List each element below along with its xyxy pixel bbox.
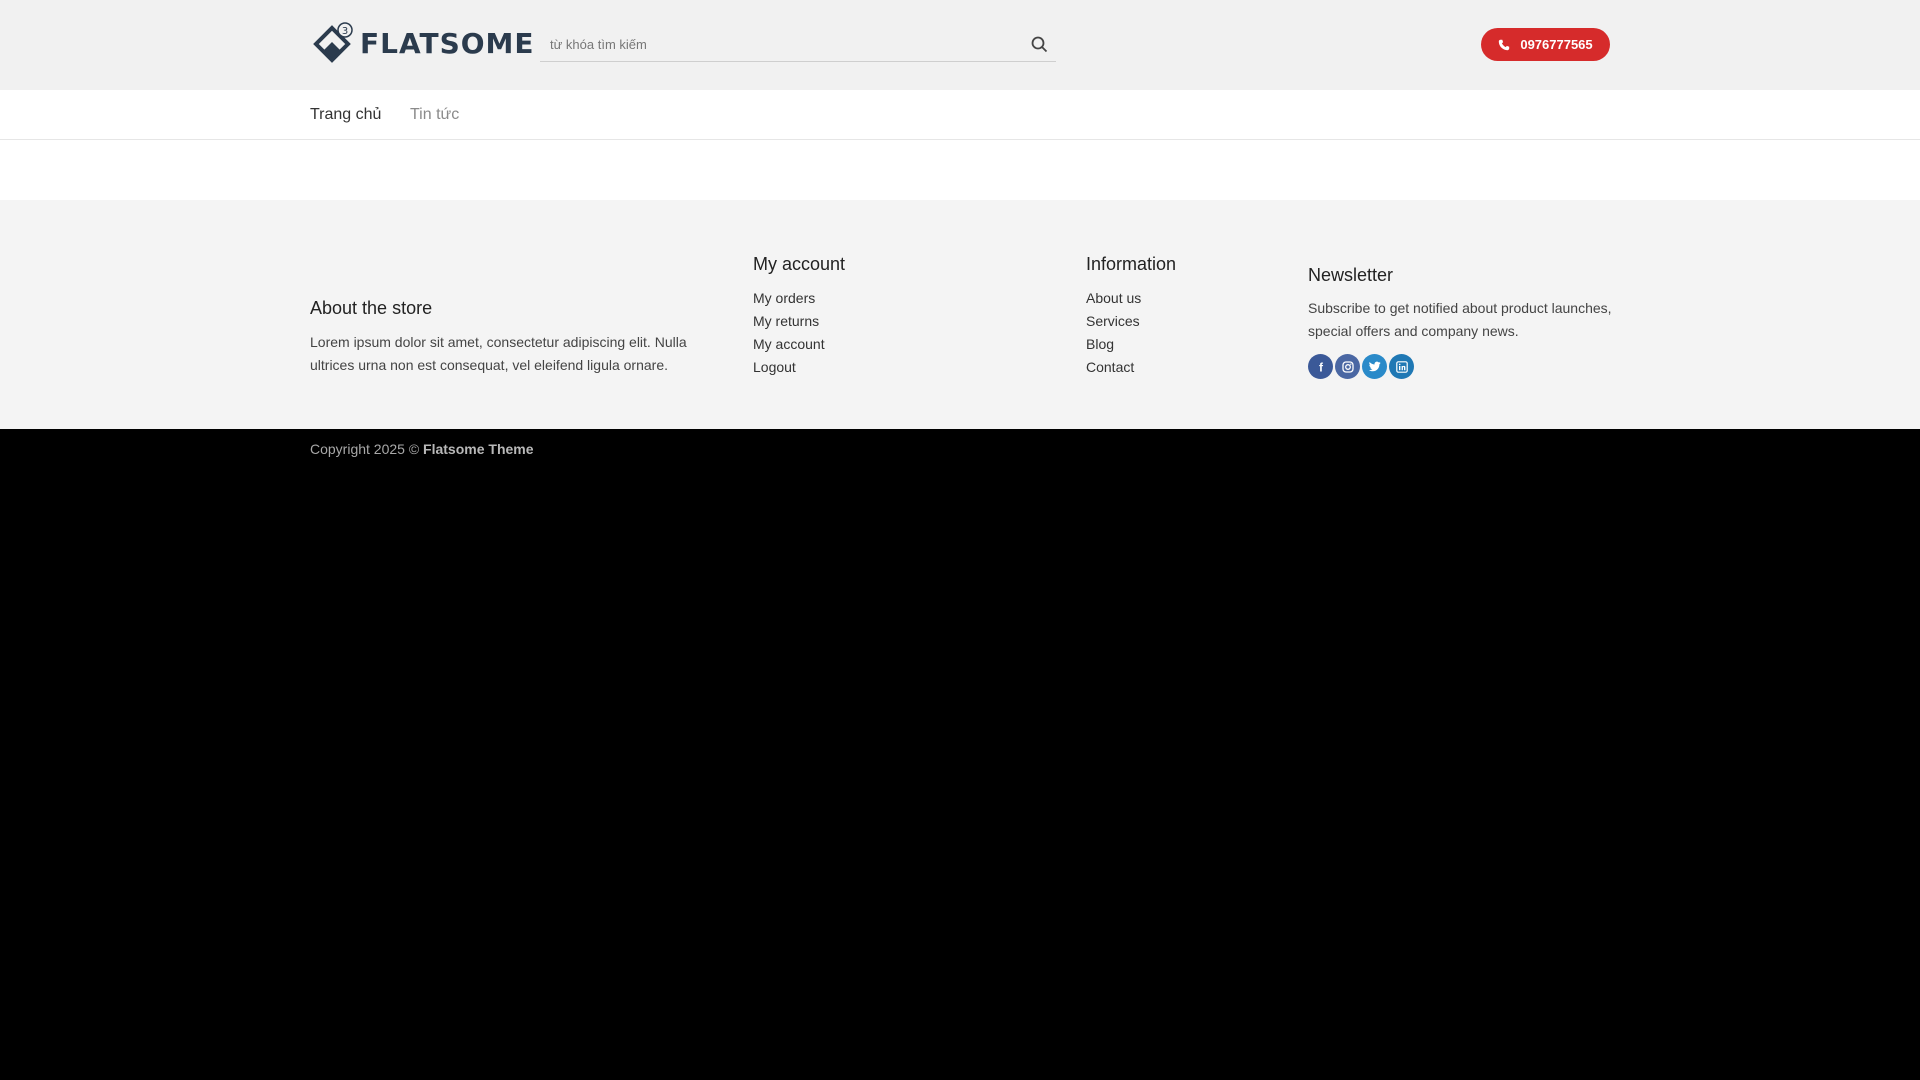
information-title: Information	[1086, 254, 1177, 274]
linkedin-icon[interactable]	[1389, 354, 1414, 379]
link-my-account[interactable]: My account	[753, 333, 845, 356]
phone-icon	[1498, 39, 1510, 51]
footer-account: My account My orders My returns My accou…	[753, 254, 845, 379]
about-text: Lorem ipsum dolor sit amet, consectetur …	[310, 334, 687, 373]
about-title: About the store	[310, 298, 433, 318]
main-nav: Trang chủ Tin tức	[0, 90, 1920, 140]
phone-button[interactable]: 0976777565	[1481, 28, 1610, 61]
instagram-icon[interactable]	[1335, 354, 1360, 379]
newsletter-title: Newsletter	[1308, 265, 1394, 285]
copyright-prefix: Copyright 2025 ©	[310, 441, 420, 457]
link-contact[interactable]: Contact	[1086, 356, 1176, 379]
link-services[interactable]: Services	[1086, 310, 1176, 333]
link-blog[interactable]: Blog	[1086, 333, 1176, 356]
phone-number: 0976777565	[1520, 37, 1593, 52]
search-input[interactable]	[540, 27, 1022, 62]
search-icon	[1031, 36, 1047, 53]
link-about-us[interactable]: About us	[1086, 287, 1176, 310]
footer: About the store Lorem ipsum dolor sit am…	[0, 200, 1920, 429]
site-logo[interactable]: 3 FLATSOME	[310, 22, 535, 66]
link-my-returns[interactable]: My returns	[753, 310, 845, 333]
footer-information: Information About us Services Blog Conta…	[1086, 254, 1176, 379]
nav-item-news[interactable]: Tin tức	[410, 90, 459, 140]
footer-newsletter: Newsletter Subscribe to get notified abo…	[1308, 265, 1618, 379]
top-header: 3 FLATSOME 0976777565	[0, 0, 1920, 90]
twitter-icon[interactable]	[1362, 354, 1387, 379]
logo-mark-icon: 3	[310, 22, 354, 66]
footer-about: About the store Lorem ipsum dolor sit am…	[310, 298, 710, 377]
logo-badge: 3	[342, 26, 348, 37]
content-area	[0, 140, 1920, 200]
logo-text: FLATSOME	[360, 27, 535, 60]
link-my-orders[interactable]: My orders	[753, 287, 845, 310]
newsletter-text: Subscribe to get notified about product …	[1308, 300, 1612, 339]
social-icons: f	[1308, 354, 1618, 379]
svg-text:f: f	[1319, 361, 1324, 373]
search-form	[540, 27, 1056, 62]
search-button[interactable]	[1022, 28, 1056, 62]
account-title: My account	[753, 254, 846, 274]
link-logout[interactable]: Logout	[753, 356, 845, 379]
facebook-icon[interactable]: f	[1308, 354, 1333, 379]
nav-item-home[interactable]: Trang chủ	[310, 90, 381, 140]
copyright: Copyright 2025 © Flatsome Theme	[310, 441, 534, 457]
copyright-brand[interactable]: Flatsome Theme	[423, 441, 533, 457]
